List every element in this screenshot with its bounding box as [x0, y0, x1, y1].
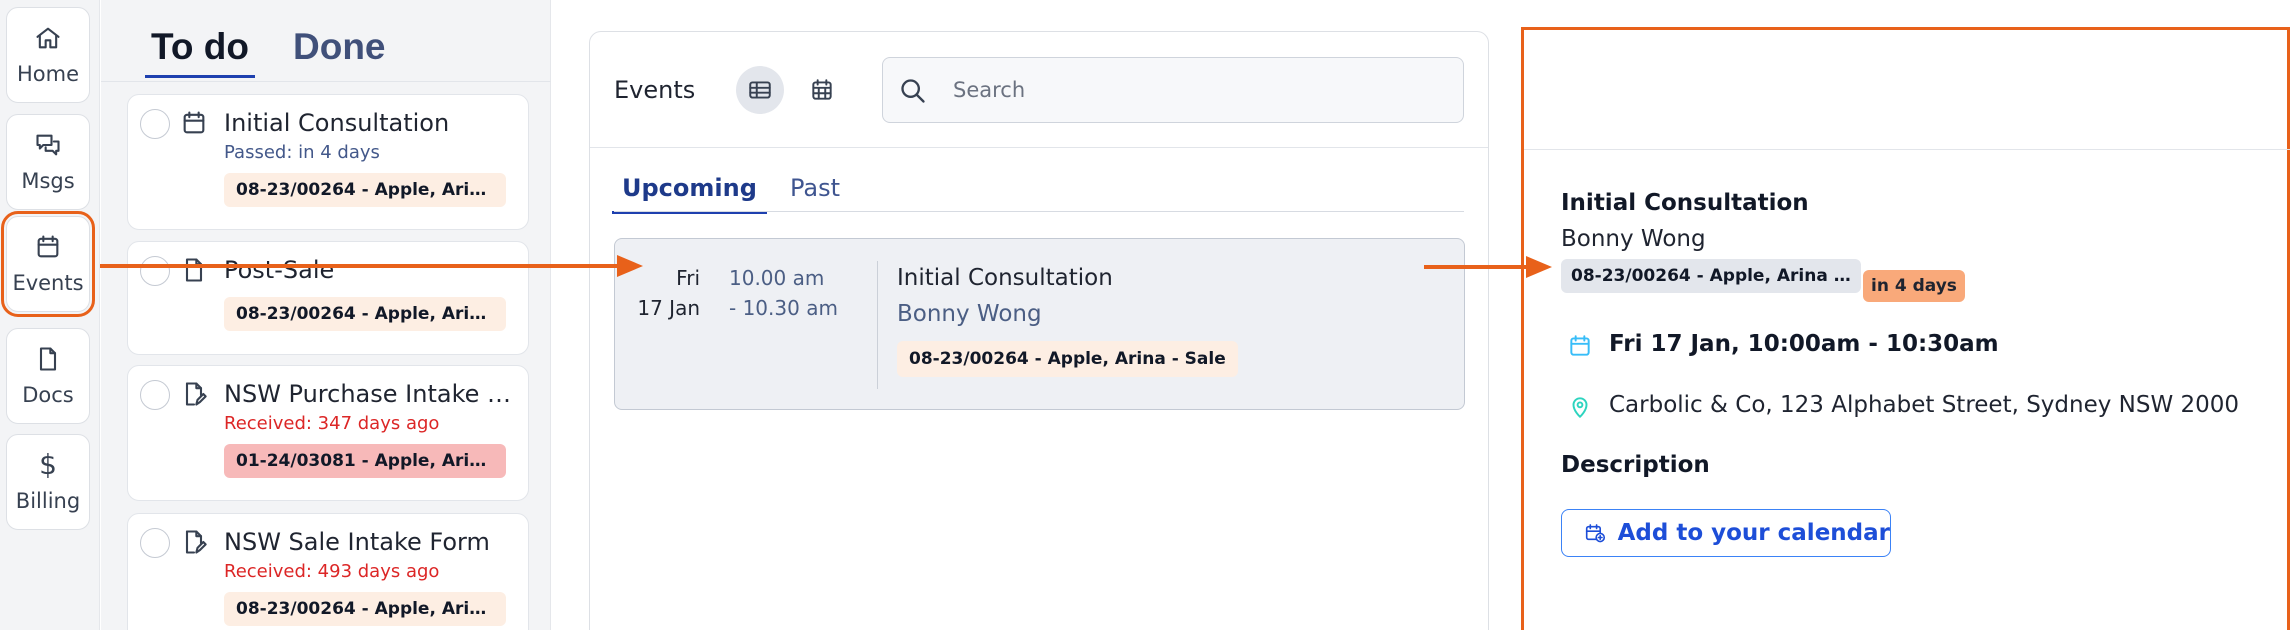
tab-past[interactable]: Past — [780, 168, 850, 214]
location-pin-icon — [1567, 394, 1593, 420]
divider — [877, 261, 878, 389]
sidebar-item-label: Docs — [22, 383, 74, 407]
task-title: NSW Purchase Intake Form — [224, 380, 516, 408]
task-card[interactable]: Initial Consultation Passed: in 4 days 0… — [127, 94, 529, 230]
event-card[interactable]: Fri 17 Jan 10.00 am - 10.30 am Initial C… — [614, 238, 1465, 410]
matter-badge: 01-24/03081 - Apple, Arina - Purchase — [224, 444, 506, 478]
task-card[interactable]: NSW Purchase Intake Form Received: 347 d… — [127, 365, 529, 501]
search-input[interactable] — [953, 70, 1443, 110]
task-checkbox[interactable] — [140, 528, 170, 558]
calendar-add-icon — [1585, 524, 1606, 543]
matter-badge: 08-23/00264 - Apple, Arina - Sale — [1561, 259, 1861, 293]
calendar-icon — [37, 235, 59, 258]
event-datetime: Fri 17 Jan, 10:00am - 10:30am — [1609, 331, 1999, 357]
task-status: Passed: in 4 days — [224, 142, 380, 163]
search-icon — [901, 79, 925, 103]
sidebar-item-home[interactable]: Home — [6, 7, 90, 103]
sidebar-item-events[interactable]: Events — [1, 211, 95, 317]
todo-tabs: To do Done — [101, 0, 551, 82]
task-title: NSW Sale Intake Form — [224, 528, 490, 556]
calendar-grid-icon — [812, 79, 832, 100]
detail-client: Bonny Wong — [1561, 226, 1706, 252]
task-title: Post-Sale — [224, 256, 335, 284]
task-status: Received: 347 days ago — [224, 413, 440, 434]
list-view-button[interactable] — [736, 66, 784, 114]
event-title: Initial Consultation — [897, 265, 1113, 291]
calendar-icon — [1567, 333, 1593, 359]
sidebar-item-label: Msgs — [21, 169, 75, 193]
add-to-calendar-button[interactable]: Add to your calendar — [1561, 509, 1891, 557]
task-checkbox[interactable] — [140, 380, 170, 410]
divider — [590, 147, 1488, 148]
event-day: Fri — [676, 266, 700, 290]
search-box — [882, 57, 1464, 123]
event-location: Carbolic & Co, 123 Alphabet Street, Sydn… — [1609, 392, 2240, 418]
messages-icon — [36, 134, 60, 156]
detail-title: Initial Consultation — [1561, 190, 1809, 216]
event-start-time: 10.00 am — [729, 266, 825, 290]
sidebar-item-docs[interactable]: Docs — [6, 328, 90, 424]
event-date: 17 Jan — [637, 296, 700, 320]
document-icon — [180, 256, 208, 284]
sidebar-item-label: Events — [12, 271, 84, 295]
table-icon — [749, 81, 771, 99]
divider — [1524, 149, 2290, 150]
events-title: Events — [614, 76, 696, 104]
sidebar-item-label: Home — [16, 62, 79, 86]
task-title: Initial Consultation — [224, 109, 450, 137]
matter-badge: 08-23/00264 - Apple, Arina - Sale — [224, 297, 506, 331]
task-checkbox[interactable] — [140, 256, 170, 286]
sidebar-item-billing[interactable]: $ Billing — [6, 434, 90, 530]
tab-upcoming[interactable]: Upcoming — [612, 168, 767, 214]
sidebar-item-msgs[interactable]: Msgs — [6, 114, 90, 210]
event-client: Bonny Wong — [897, 301, 1042, 327]
event-end-time: - 10.30 am — [729, 296, 838, 320]
add-to-calendar-label: Add to your calendar — [1617, 520, 1890, 546]
tab-done[interactable]: Done — [287, 22, 392, 78]
document-icon — [39, 347, 57, 371]
due-badge: in 4 days — [1863, 270, 1965, 302]
task-card[interactable]: Post-Sale 08-23/00264 - Apple, Arina - S… — [127, 241, 529, 355]
matter-badge: 08-23/00264 - Apple, Arina - Sale — [224, 592, 506, 626]
event-detail-panel: Initial Consultation Bonny Wong 08-23/00… — [1521, 27, 2290, 630]
form-icon — [180, 528, 208, 556]
sidebar-item-label: Billing — [15, 489, 81, 513]
app-sidebar: Home Msgs Events Docs $ Billing — [0, 0, 100, 630]
events-panel: Events Upcoming Past Fri 17 Jan 10.00 am… — [589, 31, 1489, 630]
calendar-icon — [180, 109, 208, 137]
home-icon — [36, 27, 60, 49]
divider — [614, 211, 1464, 212]
task-checkbox[interactable] — [140, 109, 170, 139]
task-card[interactable]: NSW Sale Intake Form Received: 493 days … — [127, 513, 529, 630]
matter-badge: 08-23/00264 - Apple, Arina - Sale — [897, 341, 1238, 377]
task-status: Received: 493 days ago — [224, 561, 440, 582]
matter-badge: 08-23/00264 - Apple, Arina - Sale — [224, 173, 506, 207]
todo-panel: To do Done Initial Consultation Passed: … — [101, 0, 551, 630]
description-heading: Description — [1561, 452, 1710, 478]
dollar-icon: $ — [39, 448, 57, 481]
calendar-view-button[interactable] — [798, 66, 846, 114]
tab-to-do[interactable]: To do — [145, 22, 255, 78]
form-icon — [180, 380, 208, 408]
